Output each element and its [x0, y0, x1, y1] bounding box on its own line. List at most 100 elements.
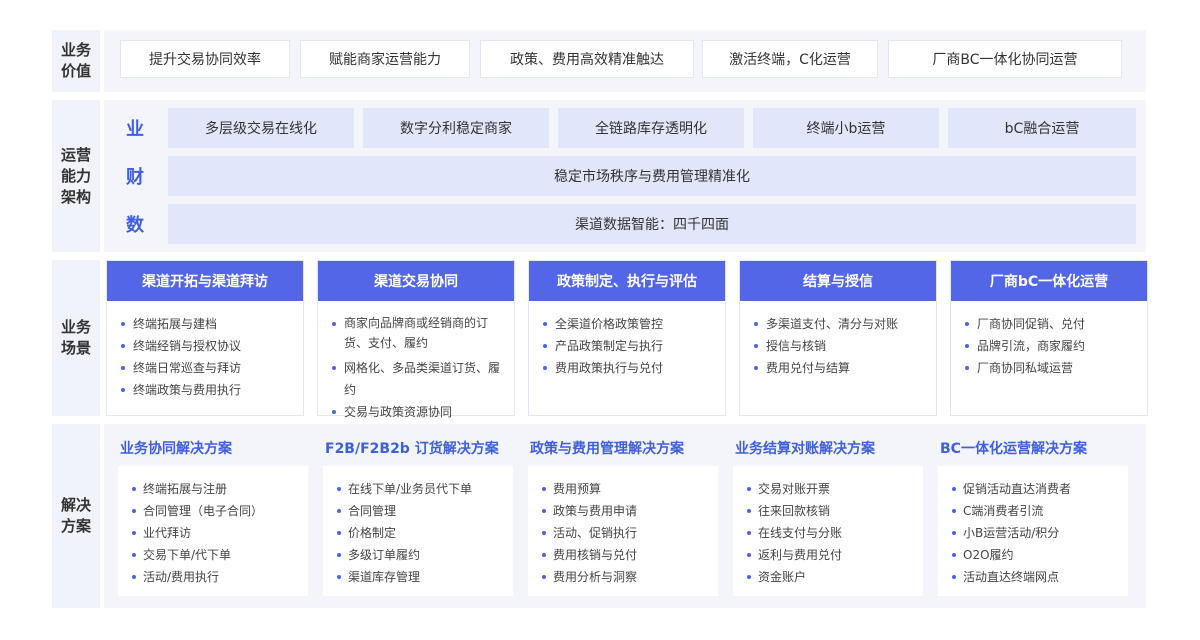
solution-title: 业务结算对账解决方案 — [735, 441, 875, 457]
scene-card: 结算与授信 多渠道支付、清分与对账 授信与核销 费用兑付与结算 — [739, 260, 937, 416]
list-item: C端消费者引流 — [950, 500, 1128, 522]
row-label-arch: 运营能力架构 — [52, 100, 100, 252]
list-item: 政策与费用申请 — [540, 500, 718, 522]
solution-title: 业务协同解决方案 — [120, 441, 232, 457]
arch-tag-data: 数 — [126, 215, 144, 236]
list-item: 厂商协同促销、兑付 — [963, 313, 1135, 335]
list-item: 厂商协同私域运营 — [963, 357, 1135, 379]
arch-finance-cell: 稳定市场秩序与费用管理精准化 — [168, 156, 1136, 196]
scene-card-title: 结算与授信 — [740, 261, 936, 301]
list-item: 费用预算 — [540, 478, 718, 500]
list-item: 合同管理 — [335, 500, 513, 522]
scene-card-title: 渠道交易协同 — [318, 261, 514, 301]
value-item: 厂商BC一体化协同运营 — [888, 40, 1122, 78]
arch-biz-cell: 全链路库存透明化 — [558, 108, 744, 148]
arch-data-cell: 渠道数据智能：四千四面 — [168, 204, 1136, 244]
value-panel: 提升交易协同效率 赋能商家运营能力 政策、费用高效精准触达 激活终端，C化运营 … — [104, 30, 1146, 92]
scene-panel: 渠道开拓与渠道拜访 终端拓展与建档 终端经销与授权协议 终端日常巡查与拜访 终端… — [104, 260, 1150, 419]
solution-card: 促销活动直达消费者 C端消费者引流 小B运营活动/积分 O2O履约 活动直达终端… — [938, 466, 1128, 596]
solution-list: 终端拓展与注册 合同管理（电子合同） 业代拜访 交易下单/代下单 活动/费用执行 — [118, 466, 308, 588]
solution-column: 政策与费用管理解决方案 费用预算 政策与费用申请 活动、促销执行 费用核销与兑付… — [516, 424, 718, 608]
solution-title: BC一体化运营解决方案 — [940, 441, 1087, 457]
row-label-solution-text: 解决方案 — [60, 496, 91, 535]
list-item: 返利与费用兑付 — [745, 544, 923, 566]
solution-panel: 业务协同解决方案 终端拓展与注册 合同管理（电子合同） 业代拜访 交易下单/代下… — [104, 424, 1146, 608]
row-label-value: 业务价值 — [52, 30, 100, 92]
value-item: 激活终端，C化运营 — [702, 40, 878, 78]
list-item: 活动、促销执行 — [540, 522, 718, 544]
list-item: 商家向品牌商或经销商的订货、支付、履约 — [330, 313, 502, 353]
list-item: 合同管理（电子合同） — [130, 500, 308, 522]
list-item: 业代拜访 — [130, 522, 308, 544]
solution-list: 在线下单/业务员代下单 合同管理 价格制定 多级订单履约 渠道库存管理 — [323, 466, 513, 588]
list-item: 价格制定 — [335, 522, 513, 544]
solution-list: 交易对账开票 往来回款核销 在线支付与分账 返利与费用兑付 资金账户 — [733, 466, 923, 588]
arch-panel: 业 财 数 多层级交易在线化 数字分利稳定商家 全链路库存透明化 终端小b运营 … — [104, 100, 1146, 252]
list-item: O2O履约 — [950, 544, 1128, 566]
list-item: 终端政策与费用执行 — [119, 379, 291, 401]
list-item: 网格化、多品类渠道订货、履约 — [330, 357, 502, 401]
list-item: 费用分析与洞察 — [540, 566, 718, 588]
solution-column: F2B/F2B2b 订货解决方案 在线下单/业务员代下单 合同管理 价格制定 多… — [311, 424, 513, 608]
arch-tag-business: 业 — [126, 119, 144, 140]
list-item: 促销活动直达消费者 — [950, 478, 1128, 500]
list-item: 小B运营活动/积分 — [950, 522, 1128, 544]
scene-card: 政策制定、执行与评估 全渠道价格政策管控 产品政策制定与执行 费用政策执行与兑付 — [528, 260, 726, 416]
list-item: 活动/费用执行 — [130, 566, 308, 588]
solution-card: 终端拓展与注册 合同管理（电子合同） 业代拜访 交易下单/代下单 活动/费用执行 — [118, 466, 308, 596]
list-item: 多渠道支付、清分与对账 — [752, 313, 924, 335]
list-item: 费用政策执行与兑付 — [541, 357, 713, 379]
solution-card: 费用预算 政策与费用申请 活动、促销执行 费用核销与兑付 费用分析与洞察 — [528, 466, 718, 596]
scene-list: 商家向品牌商或经销商的订货、支付、履约 网格化、多品类渠道订货、履约 交易与政策… — [318, 301, 514, 423]
list-item: 渠道库存管理 — [335, 566, 513, 588]
scene-card-title: 渠道开拓与渠道拜访 — [107, 261, 303, 301]
value-item: 赋能商家运营能力 — [300, 40, 470, 78]
arch-biz-cell: bC融合运营 — [948, 108, 1136, 148]
solution-title: F2B/F2B2b 订货解决方案 — [325, 441, 499, 457]
list-item: 在线下单/业务员代下单 — [335, 478, 513, 500]
list-item: 费用兑付与结算 — [752, 357, 924, 379]
list-item: 终端拓展与建档 — [119, 313, 291, 335]
solution-card: 交易对账开票 往来回款核销 在线支付与分账 返利与费用兑付 资金账户 — [733, 466, 923, 596]
list-item: 授信与核销 — [752, 335, 924, 357]
solution-column: 业务协同解决方案 终端拓展与注册 合同管理（电子合同） 业代拜访 交易下单/代下… — [106, 424, 308, 608]
list-item: 多级订单履约 — [335, 544, 513, 566]
arch-tag-finance: 财 — [126, 167, 144, 188]
list-item: 在线支付与分账 — [745, 522, 923, 544]
arch-biz-cell: 多层级交易在线化 — [168, 108, 354, 148]
scene-card-title: 厂商bC一体化运营 — [951, 261, 1147, 301]
solution-card: 在线下单/业务员代下单 合同管理 价格制定 多级订单履约 渠道库存管理 — [323, 466, 513, 596]
scene-card: 渠道交易协同 商家向品牌商或经销商的订货、支付、履约 网格化、多品类渠道订货、履… — [317, 260, 515, 419]
list-item: 活动直达终端网点 — [950, 566, 1128, 588]
solution-list: 费用预算 政策与费用申请 活动、促销执行 费用核销与兑付 费用分析与洞察 — [528, 466, 718, 588]
list-item: 费用核销与兑付 — [540, 544, 718, 566]
solution-column: 业务结算对账解决方案 交易对账开票 往来回款核销 在线支付与分账 返利与费用兑付… — [721, 424, 923, 608]
list-item: 终端日常巡查与拜访 — [119, 357, 291, 379]
list-item: 资金账户 — [745, 566, 923, 588]
row-label-solution: 解决方案 — [52, 424, 100, 608]
scene-card: 渠道开拓与渠道拜访 终端拓展与建档 终端经销与授权协议 终端日常巡查与拜访 终端… — [106, 260, 304, 416]
list-item: 产品政策制定与执行 — [541, 335, 713, 357]
row-label-scene: 业务场景 — [52, 260, 100, 416]
row-label-scene-text: 业务场景 — [60, 318, 91, 357]
list-item: 往来回款核销 — [745, 500, 923, 522]
value-item: 提升交易协同效率 — [120, 40, 290, 78]
row-label-value-text: 业务价值 — [60, 41, 91, 80]
scene-list: 终端拓展与建档 终端经销与授权协议 终端日常巡查与拜访 终端政策与费用执行 — [107, 301, 303, 401]
solution-list: 促销活动直达消费者 C端消费者引流 小B运营活动/积分 O2O履约 活动直达终端… — [938, 466, 1128, 588]
arch-biz-cell: 终端小b运营 — [753, 108, 939, 148]
scene-card: 厂商bC一体化运营 厂商协同促销、兑付 品牌引流，商家履约 厂商协同私域运营 — [950, 260, 1148, 416]
list-item: 终端拓展与注册 — [130, 478, 308, 500]
list-item: 全渠道价格政策管控 — [541, 313, 713, 335]
solution-title: 政策与费用管理解决方案 — [530, 441, 684, 457]
value-item: 政策、费用高效精准触达 — [480, 40, 694, 78]
solution-column: BC一体化运营解决方案 促销活动直达消费者 C端消费者引流 小B运营活动/积分 … — [926, 424, 1128, 608]
scene-list: 多渠道支付、清分与对账 授信与核销 费用兑付与结算 — [740, 301, 936, 379]
row-label-arch-text: 运营能力架构 — [60, 145, 91, 206]
list-item: 交易对账开票 — [745, 478, 923, 500]
list-item: 交易下单/代下单 — [130, 544, 308, 566]
arch-biz-cell: 数字分利稳定商家 — [363, 108, 549, 148]
scene-list: 全渠道价格政策管控 产品政策制定与执行 费用政策执行与兑付 — [529, 301, 725, 379]
list-item: 交易与政策资源协同 — [330, 401, 502, 423]
list-item: 品牌引流，商家履约 — [963, 335, 1135, 357]
